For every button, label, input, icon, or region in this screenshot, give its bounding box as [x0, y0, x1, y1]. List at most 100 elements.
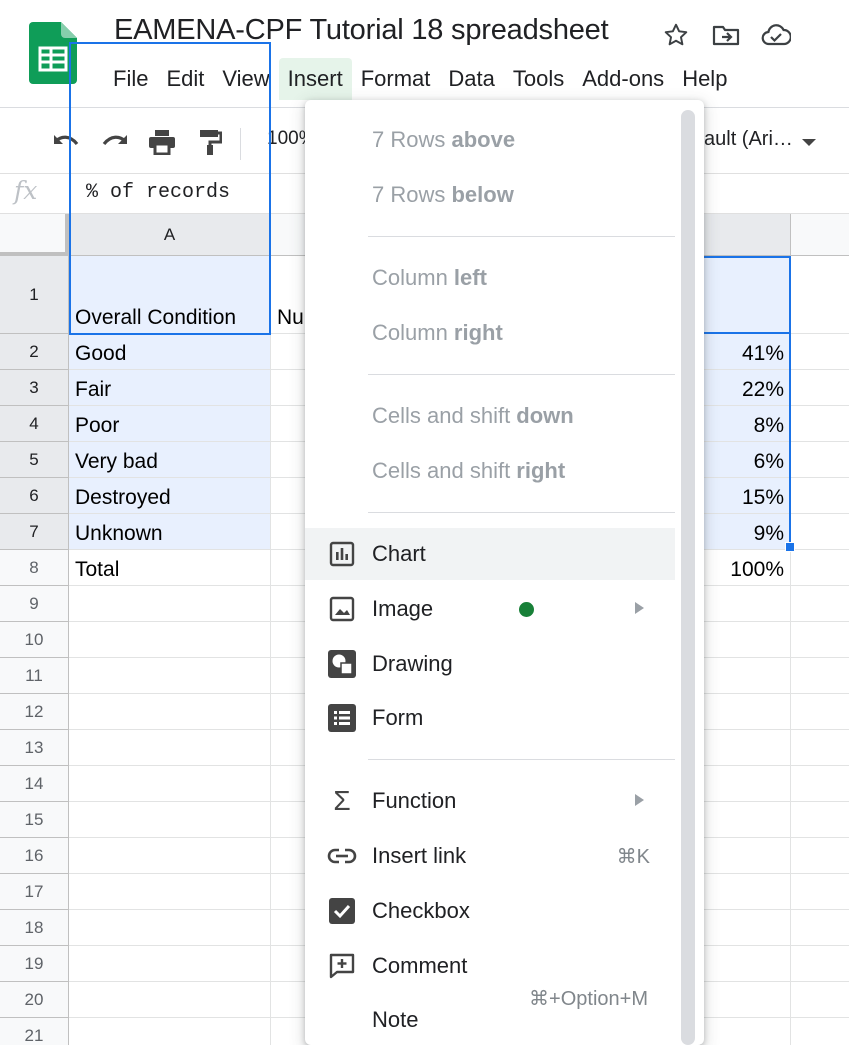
cell-d[interactable]: [791, 406, 849, 442]
insert-chart[interactable]: Chart: [305, 528, 675, 580]
menu-insert[interactable]: Insert: [278, 58, 352, 100]
row-header[interactable]: 14: [0, 766, 69, 802]
row-header[interactable]: 1: [0, 256, 69, 334]
cell-a[interactable]: [69, 730, 271, 766]
font-family-select[interactable]: ault (Ari…: [704, 128, 793, 151]
cell-a[interactable]: [69, 838, 271, 874]
move-to-folder-icon[interactable]: [710, 20, 742, 50]
cell-c[interactable]: 41%: [701, 334, 791, 370]
insert-cells-shift-down[interactable]: Cells and shift down: [305, 390, 675, 442]
sheets-logo-icon[interactable]: [29, 22, 77, 84]
cell-c[interactable]: [701, 766, 791, 802]
cell-c[interactable]: [701, 838, 791, 874]
cell-c[interactable]: 9%: [701, 514, 791, 550]
insert-cells-shift-right[interactable]: Cells and shift right: [305, 445, 675, 497]
cell-d[interactable]: [791, 874, 849, 910]
formula-input[interactable]: % of records: [86, 181, 230, 204]
cell-a[interactable]: Good: [69, 334, 271, 370]
cell-a[interactable]: Fair: [69, 370, 271, 406]
insert-image[interactable]: Image: [305, 583, 675, 635]
cell-c[interactable]: [701, 694, 791, 730]
cell-d[interactable]: [791, 766, 849, 802]
row-header[interactable]: 9: [0, 586, 69, 622]
insert-note[interactable]: Note: [305, 994, 675, 1045]
cell-a[interactable]: [69, 766, 271, 802]
row-header[interactable]: 20: [0, 982, 69, 1018]
cell-d[interactable]: [791, 442, 849, 478]
cell-d[interactable]: [791, 910, 849, 946]
cell-a[interactable]: [69, 1018, 271, 1045]
cell-d[interactable]: [791, 1018, 849, 1045]
star-icon[interactable]: [660, 20, 692, 50]
cell-c[interactable]: 8%: [701, 406, 791, 442]
cell-a[interactable]: [69, 658, 271, 694]
print-icon[interactable]: [147, 128, 177, 156]
cell-d[interactable]: [791, 802, 849, 838]
row-header[interactable]: 13: [0, 730, 69, 766]
row-header[interactable]: 8: [0, 550, 69, 586]
column-header-d[interactable]: [791, 214, 849, 256]
column-header-c[interactable]: [701, 214, 791, 256]
cell-c[interactable]: [701, 658, 791, 694]
cell-c[interactable]: [701, 1018, 791, 1045]
row-header[interactable]: 10: [0, 622, 69, 658]
cell-d[interactable]: [791, 550, 849, 586]
cell-d[interactable]: [791, 694, 849, 730]
redo-icon[interactable]: [100, 128, 130, 156]
cell-d[interactable]: [791, 478, 849, 514]
row-header[interactable]: 6: [0, 478, 69, 514]
cell-c[interactable]: 6%: [701, 442, 791, 478]
cell-c[interactable]: 22%: [701, 370, 791, 406]
row-header[interactable]: 15: [0, 802, 69, 838]
cell-c[interactable]: [701, 874, 791, 910]
menu-help[interactable]: Help: [673, 58, 736, 100]
cell-a[interactable]: Total: [69, 550, 271, 586]
cell-d[interactable]: [791, 982, 849, 1018]
row-header[interactable]: 7: [0, 514, 69, 550]
cloud-saved-icon[interactable]: [760, 20, 792, 50]
insert-checkbox[interactable]: Checkbox: [305, 885, 675, 937]
cell-a[interactable]: [69, 802, 271, 838]
column-header-a[interactable]: A: [69, 214, 271, 256]
row-header[interactable]: 19: [0, 946, 69, 982]
cell-d[interactable]: [791, 946, 849, 982]
cell-c[interactable]: 100%: [701, 550, 791, 586]
cell-a[interactable]: [69, 982, 271, 1018]
menu-file[interactable]: File: [104, 58, 157, 100]
insert-link[interactable]: Insert link ⌘K: [305, 830, 675, 882]
cell-c[interactable]: 15%: [701, 478, 791, 514]
menu-scrollbar[interactable]: [681, 110, 695, 1045]
cell-c[interactable]: [701, 586, 791, 622]
menu-tools[interactable]: Tools: [504, 58, 573, 100]
cell-d[interactable]: [791, 256, 849, 334]
cell-c[interactable]: [701, 982, 791, 1018]
cell-d[interactable]: [791, 658, 849, 694]
row-header[interactable]: 16: [0, 838, 69, 874]
undo-icon[interactable]: [51, 128, 81, 156]
menu-data[interactable]: Data: [439, 58, 503, 100]
cell-a[interactable]: Destroyed: [69, 478, 271, 514]
cell-d[interactable]: [791, 730, 849, 766]
cell-d[interactable]: [791, 334, 849, 370]
cell-d[interactable]: [791, 586, 849, 622]
insert-form[interactable]: Form: [305, 692, 675, 744]
row-header[interactable]: 2: [0, 334, 69, 370]
cell-c[interactable]: [701, 730, 791, 766]
insert-function[interactable]: Σ Function: [305, 775, 675, 827]
menu-addons[interactable]: Add-ons: [573, 58, 673, 100]
cell-d[interactable]: [791, 370, 849, 406]
cell-a[interactable]: [69, 874, 271, 910]
cell-a[interactable]: [69, 910, 271, 946]
cell-d[interactable]: [791, 622, 849, 658]
insert-rows-above[interactable]: 7 Rows above: [305, 114, 675, 166]
row-header[interactable]: 12: [0, 694, 69, 730]
row-header[interactable]: 11: [0, 658, 69, 694]
document-title[interactable]: EAMENA-CPF Tutorial 18 spreadsheet: [114, 14, 609, 47]
row-header[interactable]: 4: [0, 406, 69, 442]
menu-view[interactable]: View: [213, 58, 278, 100]
menu-format[interactable]: Format: [352, 58, 440, 100]
insert-rows-below[interactable]: 7 Rows below: [305, 169, 675, 221]
cell-c[interactable]: [701, 622, 791, 658]
menu-edit[interactable]: Edit: [157, 58, 213, 100]
row-header[interactable]: 17: [0, 874, 69, 910]
